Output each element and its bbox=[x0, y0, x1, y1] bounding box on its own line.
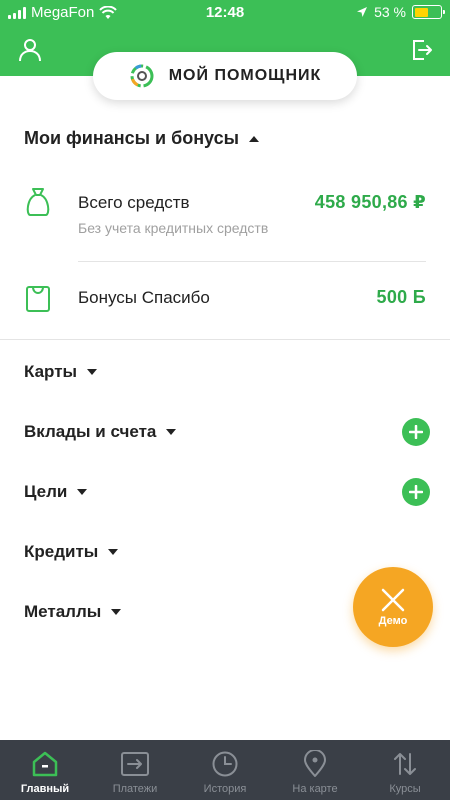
caret-down-icon bbox=[108, 549, 119, 555]
total-funds-sublabel: Без учета кредитных средств bbox=[78, 220, 269, 236]
assistant-button[interactable]: МОЙ ПОМОЩНИК bbox=[93, 52, 357, 100]
profile-button[interactable] bbox=[16, 36, 44, 64]
category-label: Цели bbox=[24, 482, 68, 501]
map-pin-icon bbox=[300, 750, 330, 778]
category-label: Кредиты bbox=[24, 542, 99, 561]
category-deposits[interactable]: Вклады и счета bbox=[24, 422, 177, 442]
total-funds-label: Всего средств bbox=[78, 193, 190, 212]
plus-icon bbox=[409, 485, 423, 499]
close-icon bbox=[381, 588, 405, 612]
demo-label: Демо bbox=[378, 615, 408, 627]
battery-percent: 53 % bbox=[374, 4, 406, 20]
status-bar: MegaFon 12:48 53 % bbox=[0, 0, 450, 26]
tab-map[interactable]: На карте bbox=[270, 740, 360, 800]
tab-label: История bbox=[203, 783, 247, 795]
finances-section-toggle[interactable]: Мои финансы и бонусы bbox=[24, 128, 260, 149]
category-loans[interactable]: Кредиты bbox=[24, 542, 119, 562]
category-label: Вклады и счета bbox=[24, 422, 157, 441]
tab-label: Курсы bbox=[389, 783, 421, 795]
caret-down-icon bbox=[77, 489, 88, 495]
caret-down-icon bbox=[166, 429, 177, 435]
divider bbox=[78, 261, 426, 262]
caret-up-icon bbox=[249, 135, 260, 142]
demo-button[interactable]: Демо bbox=[353, 567, 433, 647]
finances-title: Мои финансы и бонусы bbox=[24, 128, 240, 148]
shopping-bag-icon bbox=[26, 286, 50, 312]
caret-down-icon bbox=[111, 609, 122, 615]
tab-bar: Главный Платежи История На карте Курсы bbox=[0, 740, 450, 800]
caret-down-icon bbox=[87, 369, 98, 375]
logout-button[interactable] bbox=[408, 36, 436, 64]
payments-icon bbox=[120, 750, 150, 778]
bonuses-label: Бонусы Спасибо bbox=[78, 288, 210, 307]
user-icon bbox=[19, 39, 41, 62]
clock-icon bbox=[210, 750, 240, 778]
category-goals[interactable]: Цели bbox=[24, 482, 88, 502]
tab-label: Платежи bbox=[112, 783, 158, 795]
battery-level bbox=[414, 7, 428, 17]
category-label: Карты bbox=[24, 362, 78, 381]
tab-label: На карте bbox=[292, 783, 338, 795]
assistant-ring-icon bbox=[130, 64, 154, 88]
tab-payments[interactable]: Платежи bbox=[90, 740, 180, 800]
total-funds-value: 458 950,86 ₽ bbox=[314, 192, 426, 212]
exchange-arrows-icon bbox=[390, 750, 420, 778]
status-right: 53 % bbox=[356, 4, 445, 20]
tab-home[interactable]: Главный bbox=[0, 740, 90, 800]
bonuses-value: 500 Б bbox=[376, 287, 426, 307]
assistant-label: МОЙ ПОМОЩНИК bbox=[168, 67, 322, 84]
plus-icon bbox=[409, 425, 423, 439]
home-icon bbox=[30, 750, 60, 778]
location-arrow-icon bbox=[357, 7, 368, 17]
category-cards[interactable]: Карты bbox=[24, 362, 98, 382]
battery-icon bbox=[412, 5, 445, 19]
tab-rates[interactable]: Курсы bbox=[360, 740, 450, 800]
bonuses-row[interactable]: Бонусы Спасибо 500 Б bbox=[0, 272, 450, 324]
tab-label: Главный bbox=[20, 783, 70, 795]
tab-history[interactable]: История bbox=[180, 740, 270, 800]
category-metals[interactable]: Металлы bbox=[24, 602, 122, 622]
category-label: Металлы bbox=[24, 602, 102, 621]
total-funds-row[interactable]: Всего средств Без учета кредитных средст… bbox=[0, 180, 450, 260]
section-divider bbox=[0, 339, 450, 340]
money-bag-icon bbox=[26, 188, 50, 216]
add-deposit-button[interactable] bbox=[402, 418, 430, 446]
logout-icon bbox=[413, 40, 432, 60]
add-goal-button[interactable] bbox=[402, 478, 430, 506]
